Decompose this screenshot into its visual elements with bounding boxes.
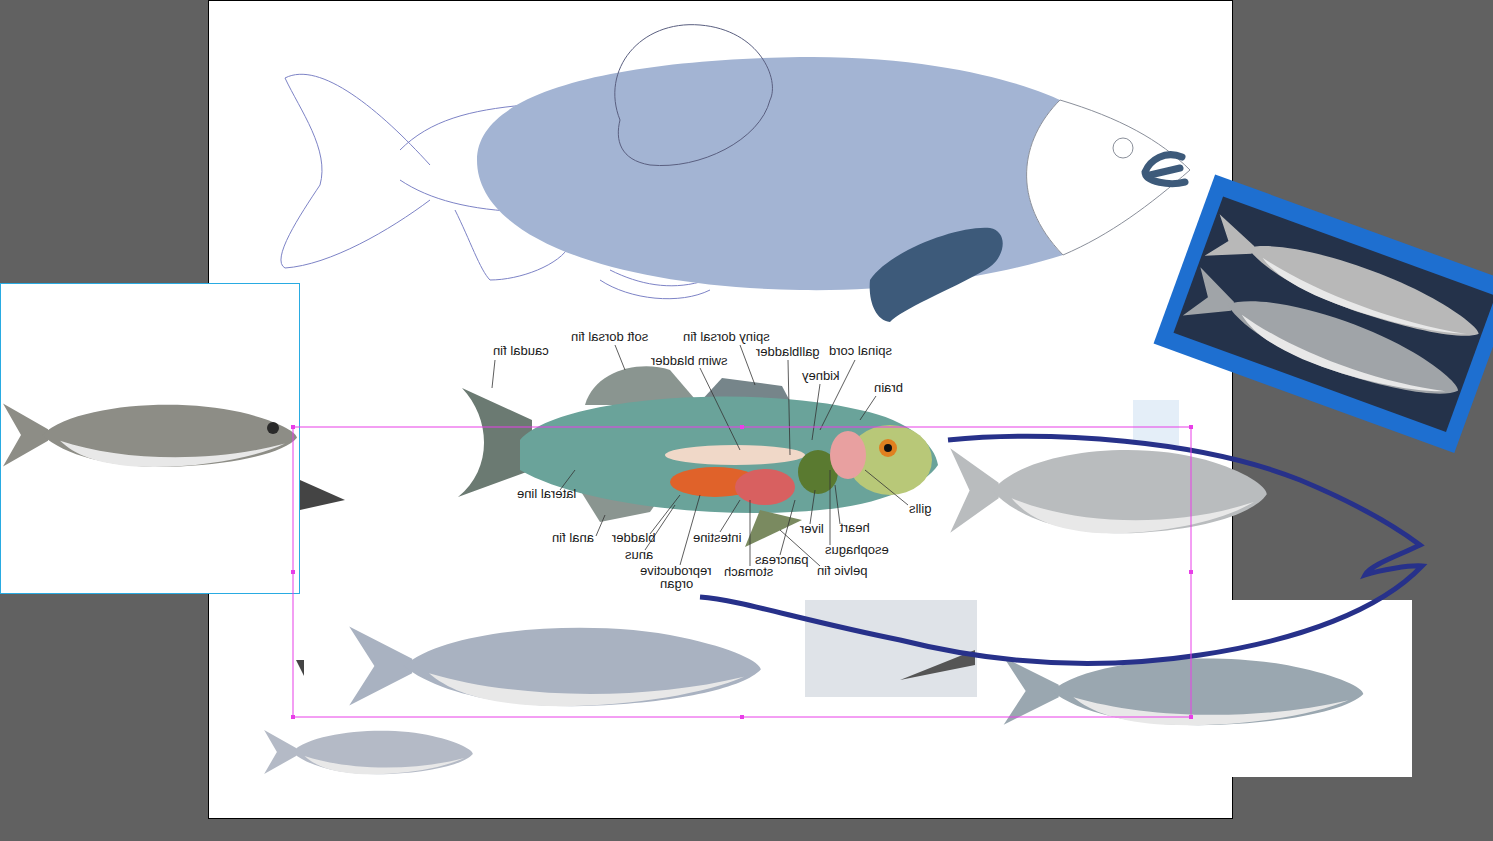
anatomy-diagram [458, 345, 938, 566]
diagram-label: esophagus [825, 542, 889, 558]
image-frame[interactable] [0, 283, 300, 594]
fish-drawing [281, 25, 1190, 322]
diagram-label: spiny dorsal fin [683, 329, 770, 345]
diagram-label: caudal fin [493, 343, 549, 359]
diagram-label: swim bladder [651, 353, 728, 369]
diagram-label: soft dorsal fin [571, 329, 648, 345]
diagram-label: bladder [612, 530, 655, 546]
diagram-label: heart [840, 520, 870, 536]
artboard[interactable] [208, 0, 1233, 819]
diagram-label: lateral line [517, 486, 576, 502]
diagram-label: spinal cord [829, 343, 892, 359]
diagram-label: brain [874, 380, 903, 396]
diagram-label: anal fin [552, 530, 594, 546]
diagram-label: anus [625, 547, 653, 563]
image-frame[interactable] [1232, 600, 1412, 777]
diagram-label: liver [800, 521, 824, 537]
diagram-label: kidney [802, 368, 840, 384]
selection-box [291, 425, 1193, 719]
diagram-label: pelvic fin [817, 563, 868, 579]
diagram-label: gills [909, 501, 931, 517]
diagram-label: organ [660, 576, 693, 592]
canvas[interactable]: caudal fin soft dorsal fin spiny dorsal fi… [0, 0, 1493, 841]
canvas-artwork [0, 0, 1493, 841]
diagram-label: stomach [724, 564, 773, 580]
diagram-label: gallbladder [756, 344, 820, 360]
diagram-label: intestine [693, 530, 741, 546]
